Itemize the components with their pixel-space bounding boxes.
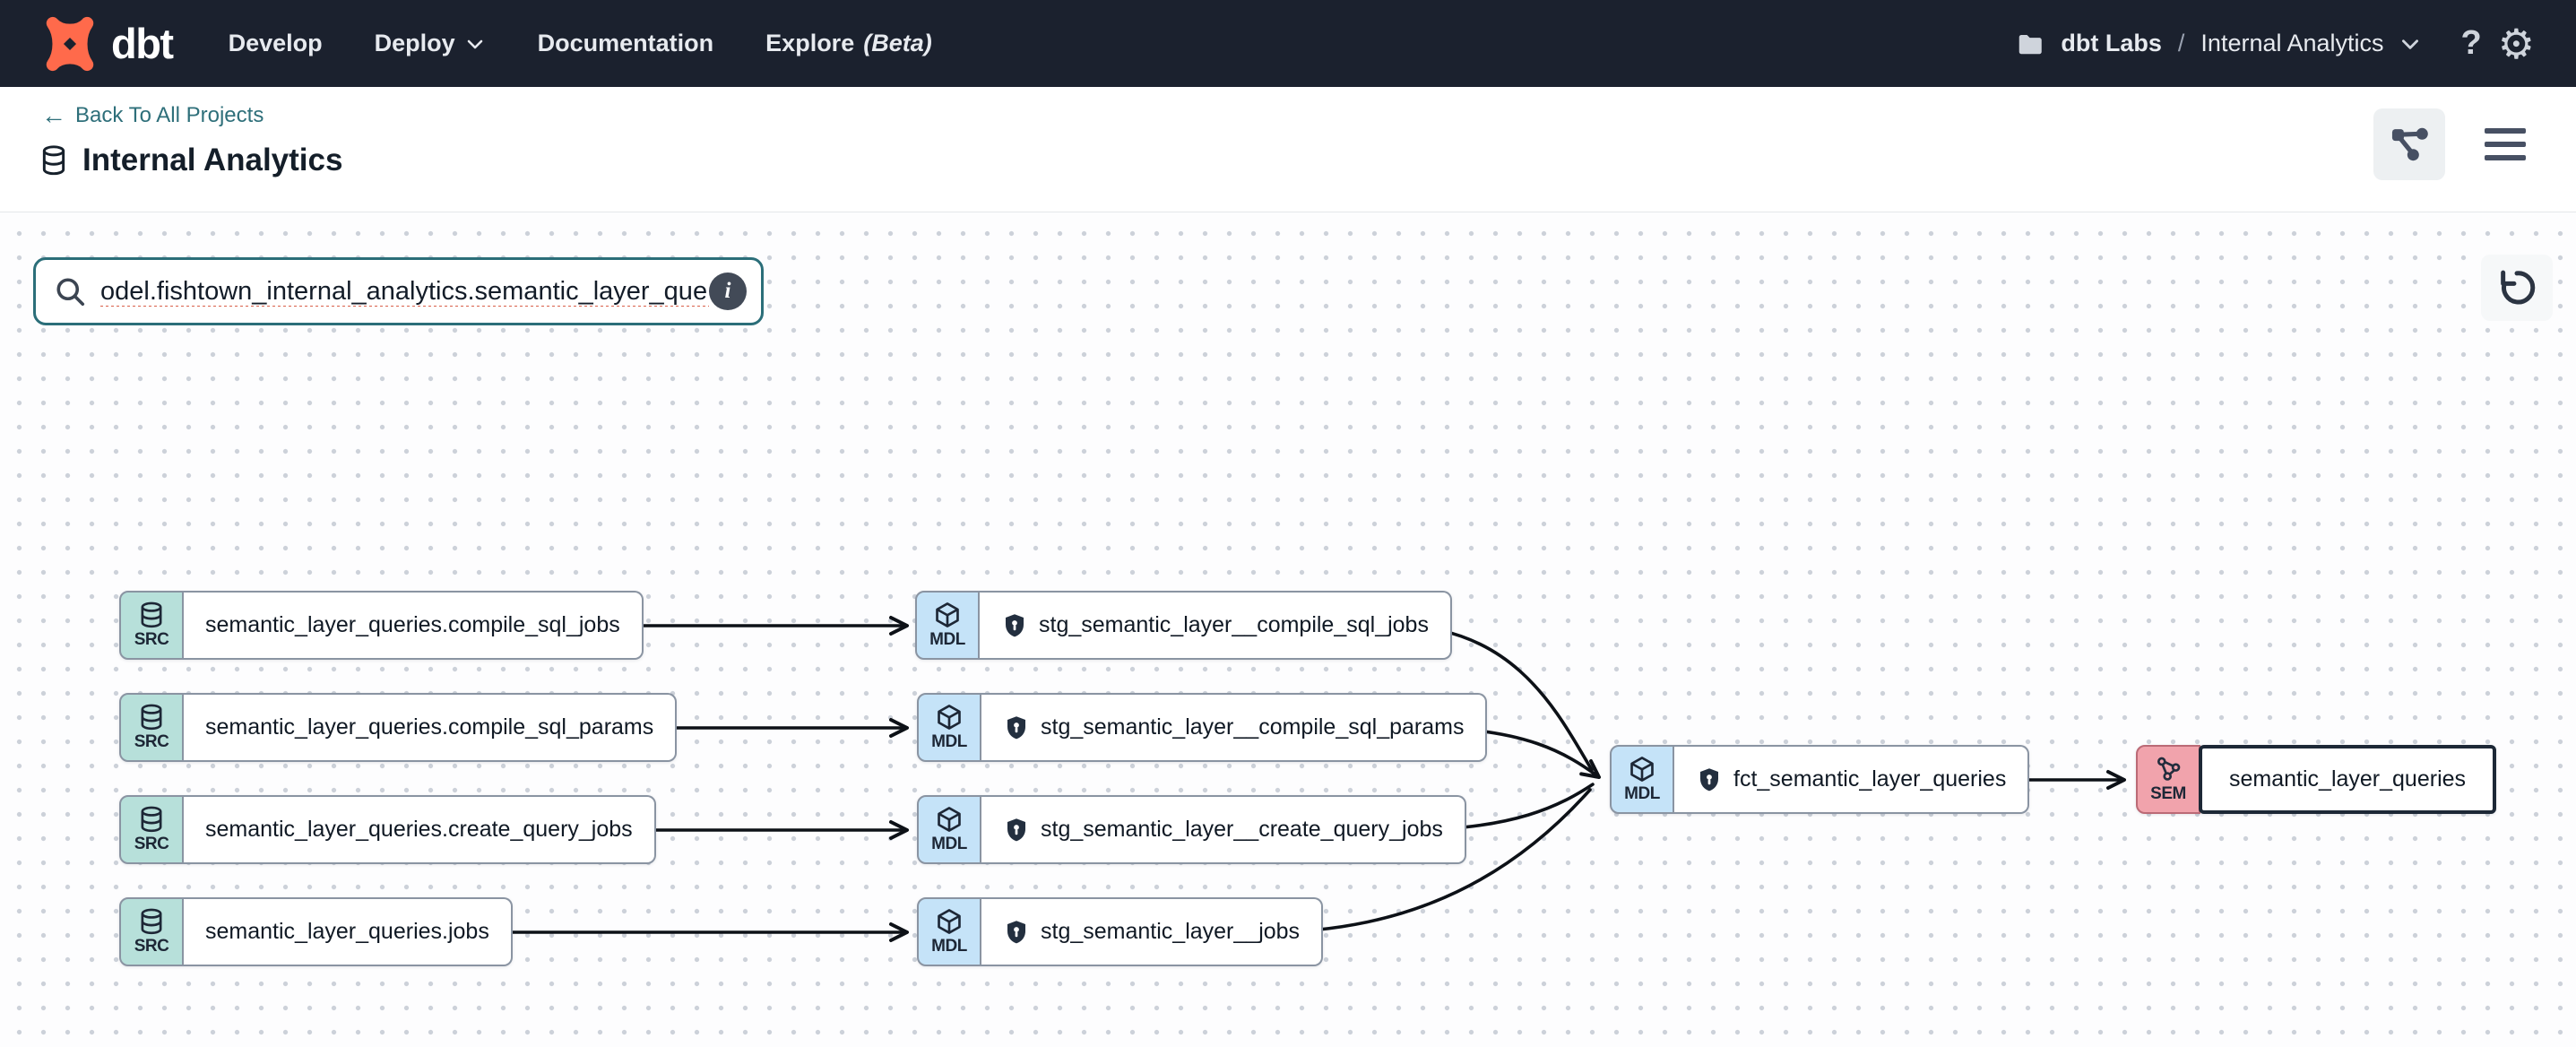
src-badge: SRC (119, 693, 184, 762)
lineage-canvas[interactable]: i SRC semantic_layer_queries.compile_sql… (0, 212, 2576, 1047)
src-badge: SRC (119, 591, 184, 660)
navbar-right: dbt Labs / Internal Analytics ? ⚙ (2014, 23, 2535, 65)
project-database-icon (39, 144, 68, 177)
chevron-down-icon (2399, 32, 2422, 56)
shield-icon (1003, 919, 1030, 946)
menu-button[interactable] (2476, 119, 2535, 169)
back-arrow-icon: ← (41, 103, 66, 128)
node-label: semantic_layer_queries.jobs (205, 919, 489, 945)
nav-explore[interactable]: Explore (Beta) (765, 30, 932, 57)
shield-icon (1003, 817, 1030, 844)
reset-icon (2496, 267, 2537, 308)
back-to-projects-link[interactable]: ← Back To All Projects (41, 103, 264, 128)
node-src-compile-sql-jobs[interactable]: SRC semantic_layer_queries.compile_sql_j… (119, 591, 644, 660)
mdl-badge: MDL (917, 693, 981, 762)
database-icon (137, 805, 166, 834)
node-fct-semantic-layer-queries[interactable]: MDL fct_semantic_layer_queries (1610, 745, 2029, 814)
cube-icon (935, 805, 964, 834)
breadcrumb-separator: / (2176, 30, 2187, 57)
shield-icon (1001, 612, 1028, 639)
semantic-model-icon (2154, 755, 2183, 783)
mdl-badge: MDL (917, 897, 981, 966)
node-src-create-query-jobs[interactable]: SRC semantic_layer_queries.create_query_… (119, 795, 656, 864)
node-stg-jobs[interactable]: MDL stg_semantic_layer__jobs (917, 897, 1323, 966)
cube-icon (933, 601, 962, 629)
mdl-badge: MDL (1610, 745, 1674, 814)
sem-badge: SEM (2136, 745, 2200, 814)
node-label: stg_semantic_layer__jobs (1041, 919, 1300, 945)
breadcrumb[interactable]: dbt Labs / Internal Analytics (2061, 30, 2421, 57)
node-label: semantic_layer_queries.create_query_jobs (205, 817, 633, 843)
dbt-explorer-app: dbt Develop Deploy Documentation Explore… (0, 0, 2576, 1047)
src-badge: SRC (119, 795, 184, 864)
shield-icon (1003, 714, 1030, 741)
node-stg-compile-sql-jobs[interactable]: MDL stg_semantic_layer__compile_sql_jobs (915, 591, 1452, 660)
node-stg-create-query-jobs[interactable]: MDL stg_semantic_layer__create_query_job… (917, 795, 1466, 864)
cube-icon (935, 907, 964, 936)
help-button[interactable]: ? (2461, 24, 2482, 63)
dbt-logo-icon (41, 15, 99, 73)
page-title: Internal Analytics (82, 143, 342, 178)
shield-icon (1696, 766, 1723, 793)
breadcrumb-org: dbt Labs (2061, 30, 2162, 57)
mdl-badge: MDL (915, 591, 980, 660)
database-icon (137, 907, 166, 936)
node-label: semantic_layer_queries.compile_sql_param… (205, 714, 653, 740)
node-sem-semantic-layer-queries[interactable]: SEM semantic_layer_queries (2136, 745, 2496, 814)
info-icon[interactable]: i (709, 273, 747, 310)
lineage-search-box: i (33, 257, 764, 325)
node-src-jobs[interactable]: SRC semantic_layer_queries.jobs (119, 897, 513, 966)
node-label: semantic_layer_queries (2229, 766, 2466, 792)
header-actions (2373, 108, 2535, 180)
chevron-down-icon (464, 33, 486, 55)
database-icon (137, 703, 166, 731)
beta-tag: (Beta) (863, 30, 932, 57)
nav-documentation[interactable]: Documentation (538, 30, 714, 57)
main-nav: Develop Deploy Documentation Explore (Be… (229, 30, 932, 57)
dbt-logo[interactable]: dbt (41, 15, 173, 73)
menu-icon (2485, 128, 2526, 134)
breadcrumb-project: Internal Analytics (2200, 30, 2383, 57)
node-label: semantic_layer_queries.compile_sql_jobs (205, 612, 620, 638)
settings-gear-button[interactable]: ⚙ (2498, 23, 2535, 65)
database-icon (137, 601, 166, 629)
folder-icon (2014, 30, 2044, 57)
page-title-row: Internal Analytics (39, 143, 342, 178)
node-stg-compile-sql-params[interactable]: MDL stg_semantic_layer__compile_sql_para… (917, 693, 1487, 762)
search-input[interactable] (100, 277, 709, 307)
node-src-compile-sql-params[interactable]: SRC semantic_layer_queries.compile_sql_p… (119, 693, 677, 762)
lineage-icon (2386, 121, 2433, 168)
lineage-view-button[interactable] (2373, 108, 2445, 180)
search-icon (54, 275, 86, 307)
node-label: stg_semantic_layer__create_query_jobs (1041, 817, 1443, 843)
cube-icon (1628, 755, 1656, 783)
node-label: stg_semantic_layer__compile_sql_params (1041, 714, 1464, 740)
mdl-badge: MDL (917, 795, 981, 864)
back-link-label: Back To All Projects (75, 103, 264, 128)
project-header: ← Back To All Projects Internal Analytic… (0, 87, 2576, 212)
nav-deploy[interactable]: Deploy (375, 30, 486, 57)
cube-icon (935, 703, 964, 731)
src-badge: SRC (119, 897, 184, 966)
top-navbar: dbt Develop Deploy Documentation Explore… (0, 0, 2576, 87)
brand-wordmark: dbt (111, 19, 173, 68)
node-label: fct_semantic_layer_queries (1733, 766, 2006, 792)
node-label: stg_semantic_layer__compile_sql_jobs (1039, 612, 1429, 638)
nav-develop[interactable]: Develop (229, 30, 323, 57)
reset-view-button[interactable] (2481, 255, 2553, 321)
